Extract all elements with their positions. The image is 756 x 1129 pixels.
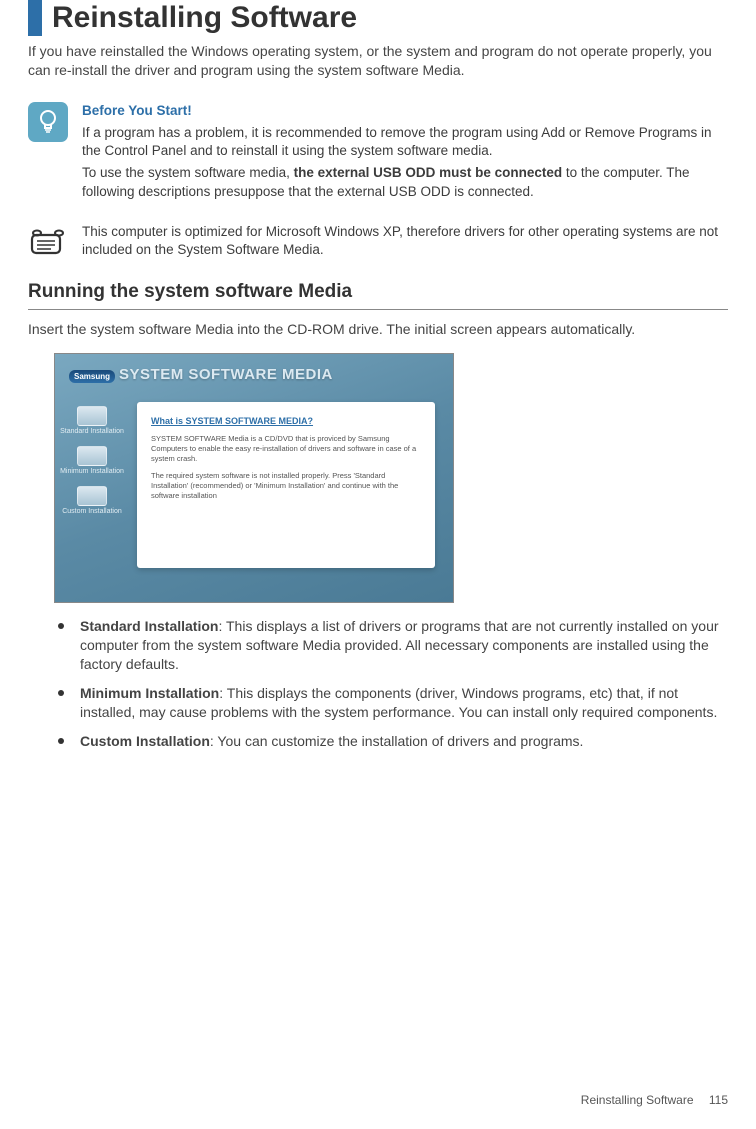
tip-bold-usb-odd: the external USB ODD must be connected [294,165,563,180]
standard-installation-icon [77,406,107,426]
screenshot-panel: What is SYSTEM SOFTWARE MEDIA? SYSTEM SO… [137,402,435,568]
section-divider [28,309,728,310]
tip-paragraph-2: To use the system software media, the ex… [82,164,728,200]
installation-options-list: Standard Installation: This displays a l… [28,617,728,750]
software-media-screenshot: × Samsung SYSTEM SOFTWARE MEDIA Standard… [54,353,454,603]
panel-question: What is SYSTEM SOFTWARE MEDIA? [151,416,421,426]
custom-installation-option: Custom Installation [62,486,122,516]
page-title: Reinstalling Software [52,0,357,36]
panel-paragraph-1: SYSTEM SOFTWARE Media is a CD/DVD that i… [151,434,421,463]
page-title-row: Reinstalling Software [28,0,728,36]
minimum-installation-option: Minimum Installation [60,446,124,476]
standard-installation-option: Standard Installation [60,406,124,436]
screenshot-container: × Samsung SYSTEM SOFTWARE MEDIA Standard… [54,353,728,603]
bullet-label-custom: Custom Installation [80,733,210,749]
page-footer: Reinstalling Software 115 [581,1093,728,1107]
tip-paragraph-1: If a program has a problem, it is recomm… [82,124,728,160]
panel-paragraph-2: The required system software is not inst… [151,471,421,500]
screenshot-header: Samsung SYSTEM SOFTWARE MEDIA [69,366,333,383]
screenshot-sidebar: Standard Installation Minimum Installati… [55,354,129,602]
title-accent-bar [28,0,42,36]
section-heading: Running the system software Media [28,281,728,303]
custom-installation-icon [77,486,107,506]
brand-logo: Samsung [69,370,115,383]
note-icon [28,223,68,263]
note-body: This computer is optimized for Microsoft… [82,223,728,263]
bullet-label-standard: Standard Installation [80,618,218,634]
list-item: Custom Installation: You can customize t… [58,732,728,751]
bullet-text: : You can customize the installation of … [210,733,584,749]
bullet-label-minimum: Minimum Installation [80,685,219,701]
lightbulb-icon [28,102,68,142]
tip-body: Before You Start! If a program has a pro… [82,102,728,205]
note-block: This computer is optimized for Microsoft… [28,223,728,263]
tip-block: Before You Start! If a program has a pro… [28,102,728,205]
list-item: Standard Installation: This displays a l… [58,617,728,674]
footer-section: Reinstalling Software [581,1093,694,1107]
note-text: This computer is optimized for Microsoft… [82,223,728,259]
footer-page-number: 115 [709,1093,728,1107]
section-lead: Insert the system software Media into th… [28,320,728,339]
minimum-installation-icon [77,446,107,466]
intro-paragraph: If you have reinstalled the Windows oper… [28,42,728,80]
list-item: Minimum Installation: This displays the … [58,684,728,722]
tip-heading: Before You Start! [82,102,728,120]
screenshot-title: SYSTEM SOFTWARE MEDIA [119,366,333,383]
